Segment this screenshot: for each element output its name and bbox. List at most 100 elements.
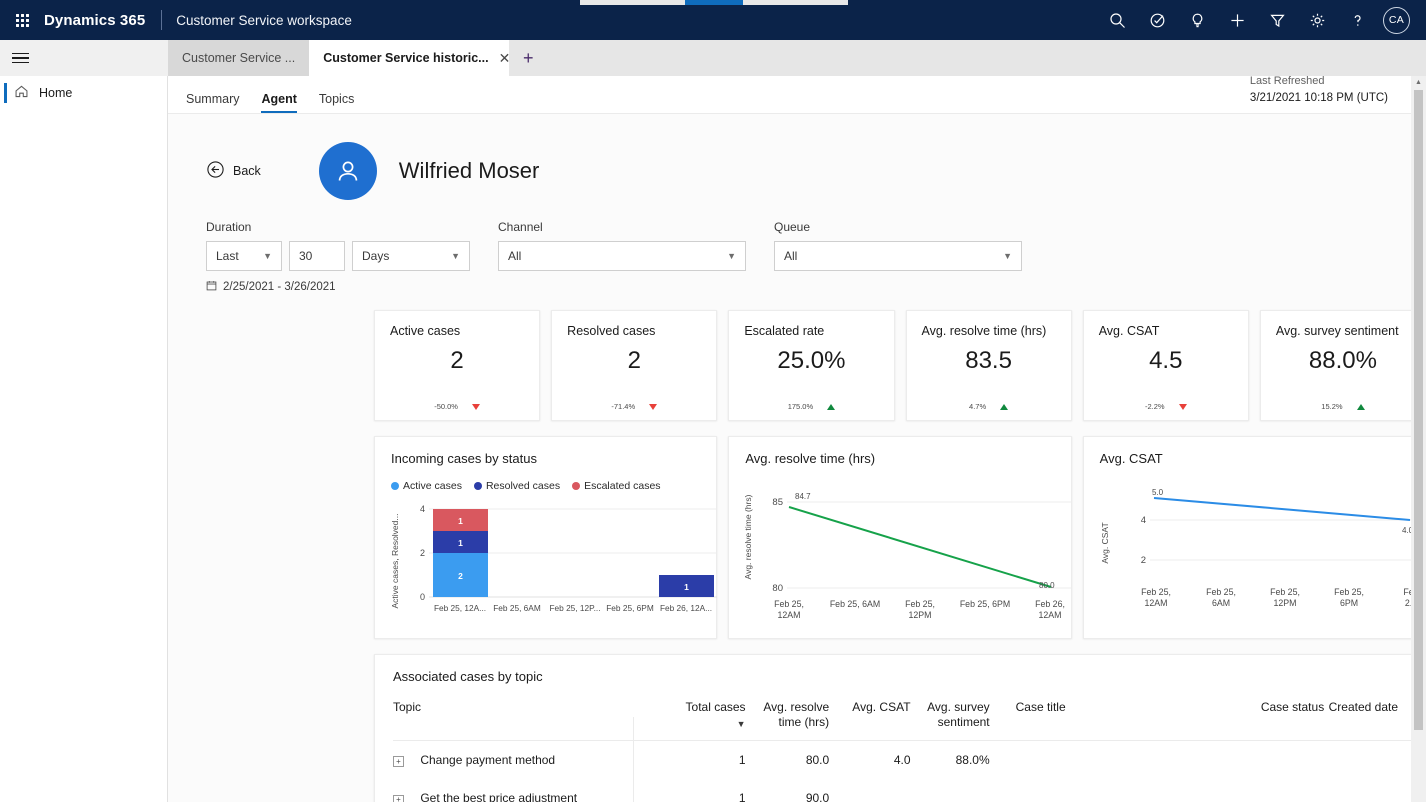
- kpi-card-active-cases[interactable]: Active cases 2 -50.0%: [374, 310, 541, 421]
- loading-bar-segment: [685, 0, 743, 5]
- agent-header: Back Wilfried Moser: [168, 114, 1426, 200]
- page-vertical-scrollbar[interactable]: ▲: [1411, 76, 1426, 802]
- assistant-icon[interactable]: [1137, 0, 1177, 40]
- app-title: Customer Service workspace: [176, 12, 352, 28]
- x-tick: Feb 25,: [905, 599, 935, 609]
- tab-summary[interactable]: Summary: [186, 92, 239, 113]
- kpi-delta-value: 15.2%: [1321, 402, 1343, 411]
- x-tick: 12PM: [1273, 598, 1296, 608]
- bar-label: 1: [458, 538, 463, 548]
- kpi-title: Active cases: [390, 324, 461, 338]
- column-header-avg-resolve-time[interactable]: Avg. resolve time (hrs): [745, 700, 830, 741]
- bar-label: 1: [458, 516, 463, 526]
- chart-card-incoming-cases-by-status[interactable]: Incoming cases by status Active cases Re…: [374, 436, 718, 639]
- scroll-up-icon[interactable]: ▲: [1415, 76, 1422, 90]
- expand-row-icon[interactable]: +: [393, 756, 404, 768]
- kpi-card-escalated-rate[interactable]: Escalated rate 25.0% 175.0%: [728, 310, 895, 421]
- kpi-card-avg-resolve-time[interactable]: Avg. resolve time (hrs) 83.5 4.7%: [905, 310, 1072, 421]
- x-tick: Feb 25,: [774, 599, 804, 609]
- channel-filter: Channel All ▼: [498, 220, 746, 271]
- column-header-case-status[interactable]: Case status: [1260, 700, 1329, 741]
- chevron-down-icon: ▼: [727, 251, 736, 261]
- legend-item-active-cases[interactable]: Active cases: [391, 480, 462, 492]
- x-tick: Feb 25,: [1270, 587, 1300, 597]
- home-icon: [14, 84, 29, 102]
- kpi-card-avg-survey-sentiment[interactable]: Avg. survey sentiment 88.0% 15.2%: [1259, 310, 1426, 421]
- date-range-value: 2/25/2021 - 3/26/2021: [223, 281, 336, 293]
- plus-icon[interactable]: [1217, 0, 1257, 40]
- expand-row-icon[interactable]: +: [393, 794, 404, 802]
- duration-amount-value: 30: [299, 249, 313, 263]
- kpi-value: 2: [450, 347, 464, 374]
- kpi-title: Avg. survey sentiment: [1275, 324, 1399, 338]
- column-header-avg-csat[interactable]: Avg. CSAT: [829, 700, 911, 741]
- avatar[interactable]: CA: [1383, 6, 1410, 34]
- channel-select[interactable]: All ▼: [498, 241, 746, 271]
- column-header-total-cases[interactable]: Total cases ▼: [664, 700, 746, 741]
- cell-total-cases: 1: [738, 752, 746, 767]
- gear-icon[interactable]: [1297, 0, 1337, 40]
- kpi-card-avg-csat[interactable]: Avg. CSAT 4.5 -2.2%: [1082, 310, 1249, 421]
- queue-label: Queue: [774, 220, 811, 234]
- browser-tab-customer-service-historical[interactable]: Customer Service historic... ✕: [309, 40, 510, 76]
- dashboard-canvas: Back Wilfried Moser Duration Last ▼ 30 D…: [168, 114, 1426, 802]
- kpi-delta-value: -71.4%: [611, 402, 636, 411]
- column-header-topic[interactable]: Topic: [393, 700, 665, 741]
- kpi-value: 83.5: [965, 347, 1012, 374]
- associated-cases-table-card: Associated cases by topic Topic Total ca…: [374, 654, 1426, 802]
- cell-topic: + Change payment method: [393, 740, 664, 779]
- tab-topics[interactable]: Topics: [319, 92, 354, 113]
- duration-unit-select[interactable]: Days ▼: [352, 241, 470, 271]
- x-tick: Feb 26, 12A...: [660, 603, 712, 613]
- chart-card-avg-csat[interactable]: Avg. CSAT Avg. CSAT 4 2 5.0 4.0 Feb 25, …: [1082, 436, 1426, 639]
- kpi-delta: -50.0%: [375, 402, 539, 411]
- duration-mode-select[interactable]: Last ▼: [206, 241, 282, 271]
- back-arrow-icon: [206, 160, 225, 182]
- back-button[interactable]: Back: [206, 160, 261, 182]
- sidebar-item-label: Home: [39, 86, 73, 100]
- search-icon[interactable]: [1097, 0, 1137, 40]
- filter-icon[interactable]: [1257, 0, 1297, 40]
- sidebar-item-home[interactable]: Home: [0, 76, 167, 110]
- legend-label: Resolved cases: [485, 480, 561, 492]
- trend-down-icon: [471, 403, 480, 410]
- app-launcher-icon[interactable]: [0, 13, 44, 27]
- duration-amount-input[interactable]: 30: [289, 241, 345, 271]
- chevron-down-icon: ▼: [451, 251, 460, 261]
- trend-down-icon: [1178, 403, 1187, 410]
- column-header-label: Total cases: [685, 700, 746, 714]
- duration-label: Duration: [206, 220, 252, 234]
- browser-tab-customer-service[interactable]: Customer Service ...: [168, 40, 310, 76]
- x-tick: Feb 25, 12P...: [549, 603, 600, 613]
- tab-agent[interactable]: Agent: [261, 92, 298, 113]
- table-row[interactable]: + Change payment method 1 80.0 4.0 88.0%: [393, 740, 1426, 779]
- data-line: [789, 506, 1052, 588]
- y-tick: 85: [773, 497, 784, 508]
- column-header-avg-survey-sentiment[interactable]: Avg. survey sentiment: [910, 700, 990, 741]
- lightbulb-icon[interactable]: [1177, 0, 1217, 40]
- queue-filter: Queue All ▼: [774, 220, 1022, 271]
- table-row[interactable]: + Get the best price adjustment 1 90.0: [393, 779, 1426, 802]
- bar-label: 2: [458, 571, 463, 581]
- brand-name: Dynamics 365: [44, 11, 146, 29]
- help-icon[interactable]: [1337, 0, 1377, 40]
- queue-select[interactable]: All ▼: [774, 241, 1022, 271]
- app-header: Dynamics 365 Customer Service workspace: [0, 0, 1426, 40]
- new-tab-icon[interactable]: +: [509, 40, 547, 76]
- browser-tab-label: Customer Service historic...: [323, 51, 489, 65]
- kpi-title: Escalated rate: [744, 324, 825, 338]
- legend-item-resolved-cases[interactable]: Resolved cases: [473, 480, 561, 492]
- legend-item-escalated-cases[interactable]: Escalated cases: [572, 480, 661, 492]
- agent-avatar: [318, 142, 377, 200]
- chart-card-avg-resolve-time[interactable]: Avg. resolve time (hrs) Avg. resolve tim…: [728, 436, 1072, 639]
- table-title: Associated cases by topic: [393, 669, 543, 684]
- bar-chart-plot: Active cases, Resolved... 4 2 0 1 1 2 1 …: [390, 504, 717, 613]
- active-accent-bar: [4, 83, 7, 103]
- hamburger-menu-icon[interactable]: [12, 46, 36, 70]
- scrollbar-thumb[interactable]: [1414, 90, 1423, 730]
- kpi-delta-value: -2.2%: [1144, 402, 1165, 411]
- browser-tab-label: Customer Service ...: [182, 51, 296, 65]
- column-header-case-title[interactable]: Case title: [989, 700, 1261, 741]
- chart-title: Incoming cases by status: [391, 451, 537, 466]
- kpi-card-resolved-cases[interactable]: Resolved cases 2 -71.4%: [551, 310, 718, 421]
